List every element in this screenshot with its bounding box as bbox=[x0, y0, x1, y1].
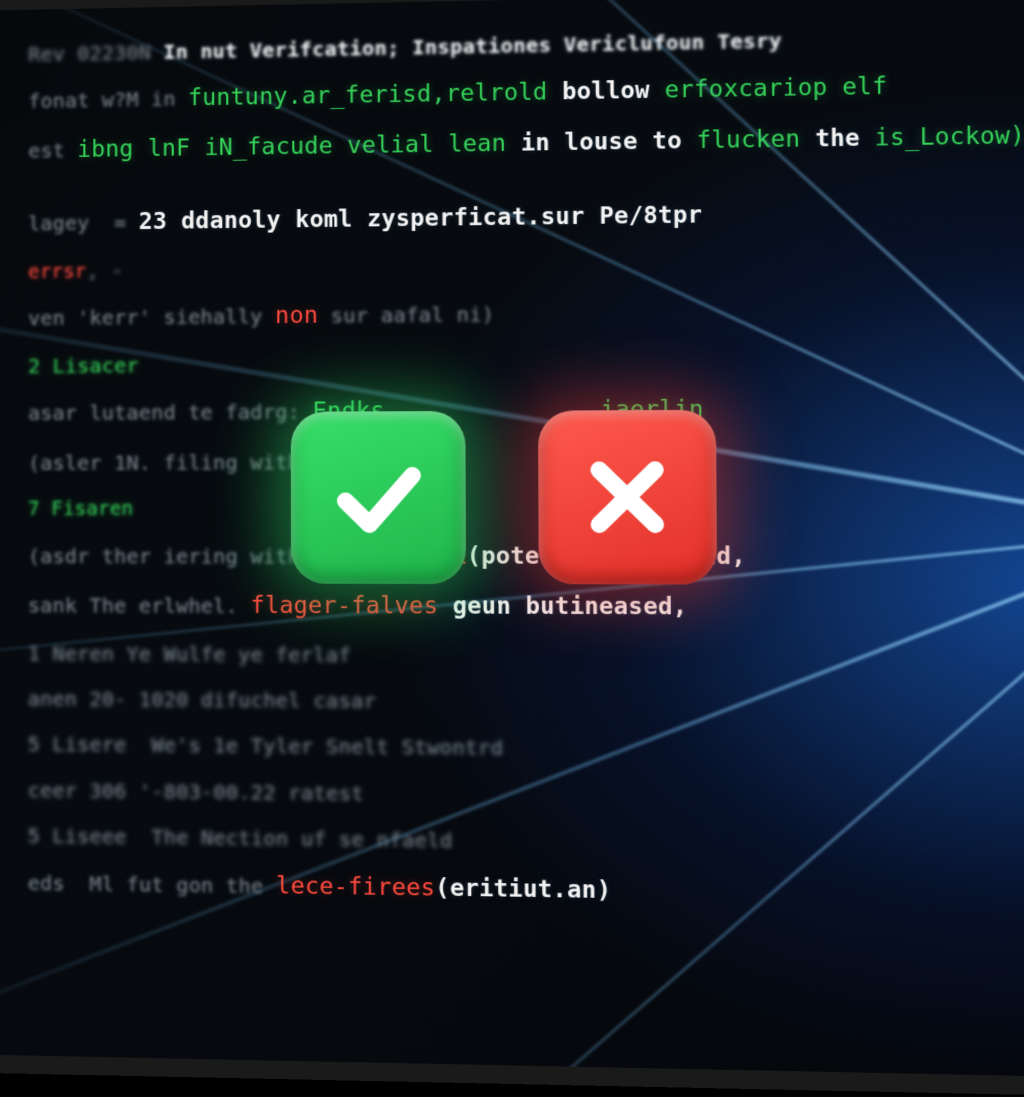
terminal-line: anen 20- 1020 difuchel casar bbox=[28, 684, 1024, 723]
terminal-token: ibng lnF iN_facude velial lean bbox=[77, 130, 506, 162]
terminal-token: 5 Liseee The Nection uf se nfaeld bbox=[28, 823, 453, 852]
check-icon bbox=[291, 411, 466, 584]
terminal-token: geun butineased, bbox=[438, 593, 687, 620]
terminal-line: eds Ml fut gon the lece-firees(eritiut.a… bbox=[28, 866, 1024, 917]
terminal-token: fonat w?M in bbox=[28, 86, 188, 113]
terminal-token: est bbox=[28, 138, 77, 163]
terminal-token: 23 ddanoly koml zysperficat.sur Pe/8tpr bbox=[139, 202, 703, 235]
terminal-token: sur aafal ni) bbox=[318, 302, 494, 328]
terminal-token: non bbox=[275, 303, 318, 330]
screen: Rev 02230N In nut Verifcation; Inspation… bbox=[0, 0, 1024, 1078]
terminal-line: 5 Lisere We's 1e Tyler Snelt Stwontrd bbox=[28, 729, 1024, 770]
terminal-token: is_Lockow) bbox=[875, 122, 1024, 151]
monitor-bezel: Rev 02230N In nut Verifcation; Inspation… bbox=[0, 0, 1024, 1097]
terminal-token: Rev 02230N bbox=[28, 40, 163, 66]
terminal-line: errsr, - bbox=[28, 245, 1024, 287]
terminal-token: sank The erlwhel. bbox=[28, 594, 251, 619]
terminal-token: (eritiut.an) bbox=[435, 875, 611, 904]
terminal-token: 5 Lisere We's 1e Tyler Snelt Stwontrd bbox=[28, 732, 503, 760]
terminal-line: Rev 02230N In nut Verifcation; Inspation… bbox=[28, 20, 1024, 71]
terminal-token: 2 Lisacer bbox=[28, 353, 139, 378]
status-badges bbox=[291, 410, 717, 585]
terminal-token: funtuny.ar_ferisd,relrold bbox=[188, 79, 548, 111]
terminal-token: erfoxcariop elf bbox=[664, 73, 887, 103]
terminal-line: ven 'kerr' siehally non sur aafal ni) bbox=[28, 292, 1024, 337]
terminal-line: sank The erlwhel. flager-falves geun but… bbox=[28, 588, 1024, 628]
terminal-token: in louse to bbox=[506, 127, 697, 156]
terminal-token: 7 Fisaren bbox=[28, 498, 133, 520]
terminal-line: lagey = 23 ddanoly koml zysperficat.sur … bbox=[28, 194, 1024, 243]
terminal-token: errsr bbox=[28, 261, 86, 284]
terminal-token: asar lutaend te fadrg: bbox=[28, 400, 313, 425]
terminal-line: 5 Liseee The Nection uf se nfaeld bbox=[28, 820, 1024, 865]
terminal-line: 1 Neren Ye Wulfe ye ferlaf bbox=[28, 638, 1024, 675]
terminal-token: the bbox=[800, 125, 875, 153]
terminal-token: , - bbox=[86, 258, 123, 282]
terminal-line: ceer 306 '-803-00.22 ratest bbox=[28, 775, 1024, 818]
terminal-token: bollow bbox=[547, 77, 664, 105]
terminal-line: est ibng lnF iN_facude velial lean in lo… bbox=[28, 117, 1024, 169]
terminal-token: eds Ml fut gon the bbox=[28, 871, 276, 899]
terminal-token: lagey = bbox=[28, 210, 138, 235]
terminal-token: anen 20- 1020 difuchel casar bbox=[28, 687, 376, 714]
terminal-token: ceer 306 '-803-00.22 ratest bbox=[28, 778, 364, 806]
terminal-line: 2 Lisacer bbox=[28, 344, 1024, 382]
terminal-token: ven 'kerr' siehally bbox=[28, 304, 275, 330]
terminal-line: fonat w?M in funtuny.ar_ferisd,relrold b… bbox=[28, 66, 1024, 120]
terminal-token: flucken bbox=[697, 126, 801, 154]
terminal-line bbox=[28, 169, 1024, 193]
terminal-token: flager-falves bbox=[251, 593, 439, 620]
terminal-token: 1 Neren Ye Wulfe ye ferlaf bbox=[28, 641, 351, 667]
terminal-token: In nut Verifcation; Inspationes Vericluf… bbox=[163, 28, 782, 64]
cross-icon bbox=[538, 410, 717, 585]
terminal-token: lece-firees bbox=[276, 873, 435, 902]
